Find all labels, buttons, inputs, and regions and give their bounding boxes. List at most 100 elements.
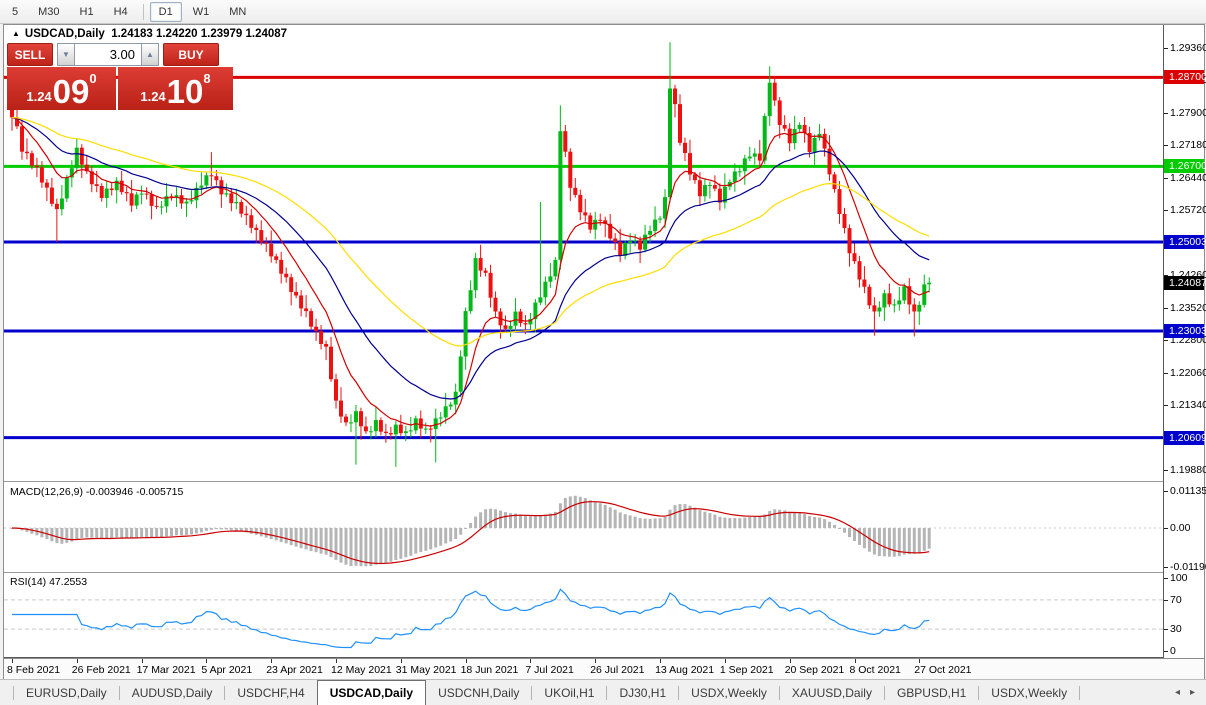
volume-decrease-button[interactable]: ▼ [57, 43, 75, 66]
price-axis[interactable]: 1.293601.286401.279001.271801.264401.257… [1164, 25, 1204, 658]
timeframe-button-d1[interactable]: D1 [150, 2, 182, 22]
macd-bar [135, 528, 138, 538]
axis-tick [1164, 145, 1168, 146]
candle-body [838, 189, 842, 214]
macd-bar [160, 528, 163, 537]
candle-body [708, 185, 712, 186]
candle-body [758, 154, 762, 161]
buy-button[interactable]: BUY [163, 43, 219, 66]
chart-tab-usdchf[interactable]: USDCHF,H4 [225, 680, 316, 705]
candle-body [40, 167, 44, 182]
timeframe-button-mn[interactable]: MN [220, 2, 255, 22]
toolbar-divider [143, 4, 144, 20]
axis-tick [1164, 651, 1168, 652]
macd-bar [708, 513, 711, 528]
macd-bar [210, 528, 213, 530]
candle-body [399, 425, 403, 434]
level-price-label[interactable]: 1.25003 [1164, 235, 1204, 249]
chart-plot-area[interactable] [4, 25, 1164, 658]
chart-tab-usdx[interactable]: USDX,Weekly [979, 680, 1079, 705]
candle-body [553, 260, 557, 277]
date-tick-label: 8 Oct 2021 [850, 664, 901, 676]
candle-body [344, 417, 348, 423]
level-price-label[interactable]: 1.28700 [1164, 70, 1204, 84]
tab-scroll-right-icon[interactable]: ▸ [1185, 687, 1200, 698]
macd-bar [95, 528, 98, 538]
rsi-tick-label: 30 [1170, 623, 1182, 635]
level-price-label[interactable]: 1.20609 [1164, 431, 1204, 445]
timeframe-button-h1[interactable]: H1 [71, 2, 103, 22]
macd-tick-label: 0.01135 [1170, 485, 1206, 497]
candle-body [912, 304, 916, 311]
sell-button[interactable]: SELL [7, 43, 53, 66]
candle-body [753, 154, 757, 157]
macd-bar [813, 517, 816, 528]
chart-tab-usdcad[interactable]: USDCAD,Daily [317, 680, 426, 705]
macd-bar [674, 505, 677, 528]
sell-price-button[interactable]: 1.24 09 0 [7, 67, 116, 110]
candle-body [95, 184, 99, 186]
candle-body [384, 432, 388, 433]
timeframe-button-h4[interactable]: H4 [105, 2, 137, 22]
candle-body [613, 239, 617, 243]
level-price-label[interactable]: 1.23003 [1164, 324, 1204, 338]
macd-bar [773, 509, 776, 528]
macd-bar [793, 513, 796, 528]
volume-input[interactable]: 3.00 [75, 43, 141, 66]
macd-bar [693, 508, 696, 529]
candle-body [20, 126, 24, 151]
chart-tab-audusd[interactable]: AUDUSD,Daily [120, 680, 225, 705]
chart-tab-eurusd[interactable]: EURUSD,Daily [14, 680, 119, 705]
macd-bar [195, 528, 198, 533]
macd-bar [634, 517, 637, 528]
price-tick-label: 1.27180 [1170, 139, 1206, 151]
chart-tab-usdx[interactable]: USDX,Weekly [679, 680, 779, 705]
macd-bar [559, 503, 562, 528]
candle-body [254, 228, 258, 230]
macd-bar [290, 528, 293, 545]
candle-body [524, 323, 528, 324]
candle-body [359, 411, 363, 426]
macd-bar [684, 504, 687, 528]
date-tick-label: 20 Sep 2021 [785, 664, 845, 676]
macd-bar [205, 528, 208, 531]
candle-body [429, 429, 433, 430]
chart-tab-ukoil[interactable]: UKOil,H1 [532, 680, 606, 705]
candle-body [45, 183, 49, 188]
macd-bar [624, 514, 627, 528]
candle-body [199, 186, 203, 188]
candle-body [927, 283, 931, 285]
macd-bar [125, 528, 128, 538]
chart-tab-gbpusd[interactable]: GBPUSD,H1 [885, 680, 978, 705]
buy-price-button[interactable]: 1.24 10 8 [118, 67, 233, 110]
chart-tab-usdcnh[interactable]: USDCNH,Daily [426, 680, 531, 705]
date-axis[interactable]: 8 Feb 202126 Feb 202117 Mar 20215 Apr 20… [4, 658, 1204, 680]
expand-chart-icon[interactable]: ▲ [12, 29, 20, 38]
timeframe-button-m30[interactable]: M30 [29, 2, 68, 22]
candle-body [394, 425, 398, 435]
date-tick-label: 23 Apr 2021 [266, 664, 323, 676]
timeframe-button-w1[interactable]: W1 [184, 2, 219, 22]
chart-tab-xauusd[interactable]: XAUUSD,Daily [780, 680, 884, 705]
candle-body [783, 125, 787, 129]
chart-tab-dj30[interactable]: DJ30,H1 [607, 680, 678, 705]
candle-body [244, 214, 248, 216]
date-tick [77, 659, 78, 663]
candle-body [922, 284, 926, 305]
candle-body [30, 153, 34, 166]
macd-bar [604, 505, 607, 528]
volume-increase-button[interactable]: ▲ [141, 43, 159, 66]
macd-bar [758, 517, 761, 528]
macd-bar [888, 528, 891, 557]
candle-body [489, 273, 493, 298]
level-price-label[interactable]: 1.26700 [1164, 159, 1204, 173]
axis-tick [1164, 210, 1168, 211]
chart-background [4, 25, 1164, 658]
candle-body [514, 312, 518, 326]
tab-scroll-left-icon[interactable]: ◂ [1170, 687, 1185, 698]
candle-body [703, 185, 707, 196]
price-tick-label: 1.22060 [1170, 367, 1206, 379]
macd-bar [364, 528, 367, 566]
macd-bar [908, 528, 911, 554]
timeframe-button-5[interactable]: 5 [3, 2, 27, 22]
